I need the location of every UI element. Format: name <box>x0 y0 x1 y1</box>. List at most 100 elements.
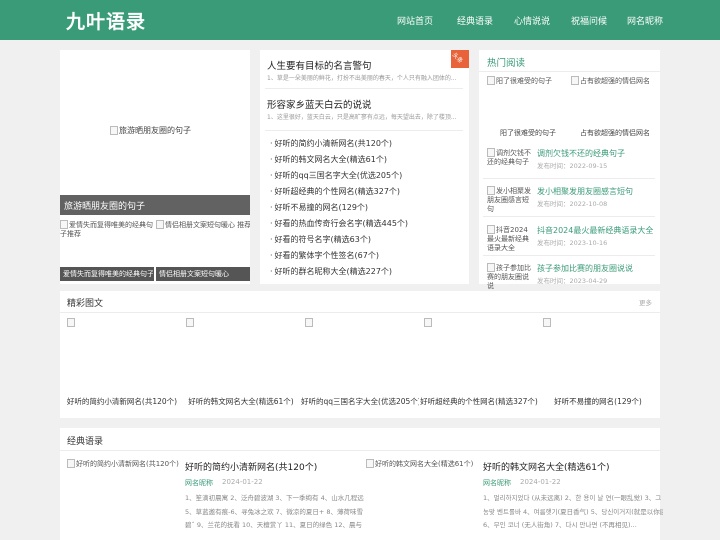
featured-caption[interactable]: 好听的qq三国名字大全(优选205个) <box>301 396 419 407</box>
nav-mood[interactable]: 心情说说 <box>514 14 550 27</box>
list-item[interactable]: · 好听的群名昵称大全(精选227个) <box>270 266 460 277</box>
hot-item-date: 发布时间：2022-10-08 <box>537 200 608 208</box>
featured-caption[interactable]: 好听不易撞的网名(129个) <box>539 396 657 407</box>
hot-item-title[interactable]: 发小相聚发朋友圈感言短句 <box>537 186 633 197</box>
divider <box>60 450 660 451</box>
broken-image-icon <box>366 459 374 468</box>
headline-excerpt-1: 1、草是一朵美丽的鲜花，打扮不出美丽的春天，个人只有融入团体的... <box>267 75 457 82</box>
broken-image-icon <box>424 318 432 327</box>
hot-item-date: 发布时间：2023-10-16 <box>537 239 608 247</box>
thumb-1-caption: 爱情失而复得唯美的经典句子 <box>63 270 153 278</box>
classic-image[interactable]: 好听的简约小清新网名(共120个) <box>67 459 179 529</box>
classic-item-excerpt: 6、무인 코너 (无人街角) 7、다시 만나면 (不再相见)... <box>483 521 637 529</box>
broken-image-icon <box>186 318 194 327</box>
classic-title: 经典语录 <box>67 437 104 447</box>
divider <box>479 71 660 72</box>
hot-item-image[interactable]: 调剂欠钱不还的经典句子 <box>487 148 531 178</box>
headline-panel: 头条 <box>260 50 469 284</box>
featured-image[interactable] <box>424 318 534 388</box>
hot-item-image[interactable]: 孩子参加比赛的朋友圈说说 <box>487 263 531 293</box>
hot-item-date: 发布时间：2022-09-15 <box>537 162 608 170</box>
featured-caption[interactable]: 好听超经典的个性网名(精选327个) <box>420 396 538 407</box>
hot-top-image-1[interactable]: 阳了很难受的句子 <box>487 76 567 86</box>
broken-image-icon <box>60 220 68 229</box>
slider-thumb-1[interactable]: 爱情失而复得唯美的经典句子推荐 爱情失而复得唯美的经典句子 <box>60 219 154 281</box>
classic-item-date: 2024-01-22 <box>222 478 263 486</box>
headline-badge: 头条 <box>451 50 469 68</box>
slider-panel: 旅游晒朋友圈的句子 旅游晒朋友圈的句子 爱情失而复得唯美的经典句子推荐 爱情失而… <box>60 50 250 284</box>
hot-item-title[interactable]: 孩子参加比赛的朋友圈说说 <box>537 263 633 274</box>
classic-image[interactable]: 好听的韩文网名大全(精选61个) <box>366 459 478 529</box>
classic-item-category[interactable]: 网名昵称 <box>185 478 213 488</box>
list-item[interactable]: · 好听的韩文网名大全(精选61个) <box>270 154 460 165</box>
site-logo[interactable]: 九叶语录 <box>66 7 146 34</box>
list-item[interactable]: · 好看的热血传奇行会名字(精选445个) <box>270 218 460 229</box>
classic-item-excerpt: 농맞 벤트롤바 4、여름햇기(夏日香气) 5、당신이거지(就是以你底) <box>483 507 663 516</box>
list-item[interactable]: · 好看的繁体字个性签名(67个) <box>270 250 460 261</box>
slider-thumb-2[interactable]: 情侣相册文案短句暖心 推荐 情侣相册文案短句暖心 <box>156 219 250 281</box>
broken-image-icon <box>487 225 495 234</box>
broken-image-icon <box>110 126 118 135</box>
hot-item-image[interactable]: 抖音2024最火最新经典语录大全 <box>487 225 531 255</box>
hot-reading-title: 热门阅读 <box>487 58 526 69</box>
thumb-2-caption: 情侣相册文案短句暖心 <box>159 270 229 278</box>
divider <box>483 255 655 256</box>
classic-item-date: 2024-01-22 <box>520 478 561 486</box>
hot-top-caption-1[interactable]: 阳了很难受的句子 <box>489 128 567 138</box>
featured-title: 精彩图文 <box>67 299 104 309</box>
broken-image-icon <box>305 318 313 327</box>
headline-title-2[interactable]: 形容家乡蓝天白云的说说 <box>267 97 372 111</box>
classic-item-excerpt: 1、멀리하지었다 (从未远离) 2、한 용이 날 연(一眼乱觉) 3、그 미 <box>483 494 663 502</box>
hot-item-image[interactable]: 发小相聚发朋友圈感言短句 <box>487 186 531 216</box>
broken-image-icon <box>67 318 75 327</box>
classic-item-excerpt: 1、笙滴初晨寓 2、泛舟碧波湖 3、下一季绚有 4、山水几程远 <box>185 494 364 502</box>
thumb-1-image: 爱情失而复得唯美的经典句子推荐 <box>60 220 153 238</box>
list-item[interactable]: · 好听的简约小清新网名(共120个) <box>270 138 460 149</box>
list-item[interactable]: · 好听的qq三国名字大全(优选205个) <box>270 170 460 181</box>
classic-item-excerpt: 碧ˆ 9、兰花的抚看 10、天檀赏丫 11、夏日的绿色 12、晨与 <box>185 521 362 529</box>
broken-image-icon <box>487 148 495 157</box>
broken-image-icon <box>487 263 495 272</box>
featured-image[interactable] <box>67 318 177 388</box>
broken-image-icon <box>487 186 495 195</box>
divider <box>265 88 463 89</box>
classic-item-title[interactable]: 好听的简约小清新网名(共120个) <box>185 460 317 473</box>
list-item[interactable]: · 好听不易撞的网名(129个) <box>270 202 460 213</box>
divider <box>265 130 463 131</box>
divider <box>483 216 655 217</box>
nav-classic-quotes[interactable]: 经典语录 <box>457 14 493 27</box>
hot-top-image-2[interactable]: 占有欲超强的情侣网名 <box>571 76 659 86</box>
site-header: 九叶语录 网站首页 经典语录 心情说说 祝福问候 网名昵称 <box>0 0 720 40</box>
headline-title-1[interactable]: 人生要有目标的名言警句 <box>267 58 372 72</box>
divider <box>483 178 655 179</box>
thumb-2-image: 情侣相册文案短句暖心 推荐 <box>156 220 250 230</box>
nav-greetings[interactable]: 祝福问候 <box>571 14 607 27</box>
broken-image-icon <box>543 318 551 327</box>
featured-caption[interactable]: 好听的简约小清新网名(共120个) <box>63 396 181 407</box>
featured-caption[interactable]: 好听的韩文网名大全(精选61个) <box>182 396 300 407</box>
nav-nicknames[interactable]: 网名昵称 <box>627 14 663 27</box>
slider-caption: 旅游晒朋友圈的句子 <box>64 202 146 212</box>
featured-image[interactable] <box>305 318 415 388</box>
hot-top-caption-2[interactable]: 占有欲超强的情侣网名 <box>571 128 659 138</box>
broken-image-icon <box>156 220 164 229</box>
classic-item-title[interactable]: 好听的韩文网名大全(精选61个) <box>483 460 609 473</box>
hot-item-date: 发布时间：2023-04-29 <box>537 277 608 285</box>
nav-home[interactable]: 网站首页 <box>397 14 433 27</box>
broken-image-icon <box>571 76 579 85</box>
featured-image[interactable] <box>543 318 653 388</box>
list-item[interactable]: · 好看的符号名字(精选63个) <box>270 234 460 245</box>
featured-more-link[interactable]: 更多 <box>639 297 652 307</box>
divider <box>60 312 660 313</box>
broken-image-icon <box>487 76 495 85</box>
broken-image-icon <box>67 459 75 468</box>
headline-excerpt-2: 1、这里很好，蓝天白云，只是高旷寥有点远，每天望出去，除了楼顶... <box>267 114 457 121</box>
hot-item-title[interactable]: 抖音2024最火最新经典语录大全 <box>537 225 653 236</box>
list-item[interactable]: · 好听超经典的个性网名(精选327个) <box>270 186 460 197</box>
featured-image[interactable] <box>186 318 296 388</box>
slider-main-image[interactable]: 旅游晒朋友圈的句子 <box>110 126 191 135</box>
classic-item-category[interactable]: 网名昵称 <box>483 478 511 488</box>
slider-caption-bar[interactable]: 旅游晒朋友圈的句子 <box>60 195 250 215</box>
classic-item-excerpt: 5、草蓝邀有痕-6、寻兔冰之欢 7、微凉的夏日+ 8、薄荷味雪 <box>185 507 363 516</box>
hot-item-title[interactable]: 调剂欠钱不还的经典句子 <box>537 148 625 159</box>
